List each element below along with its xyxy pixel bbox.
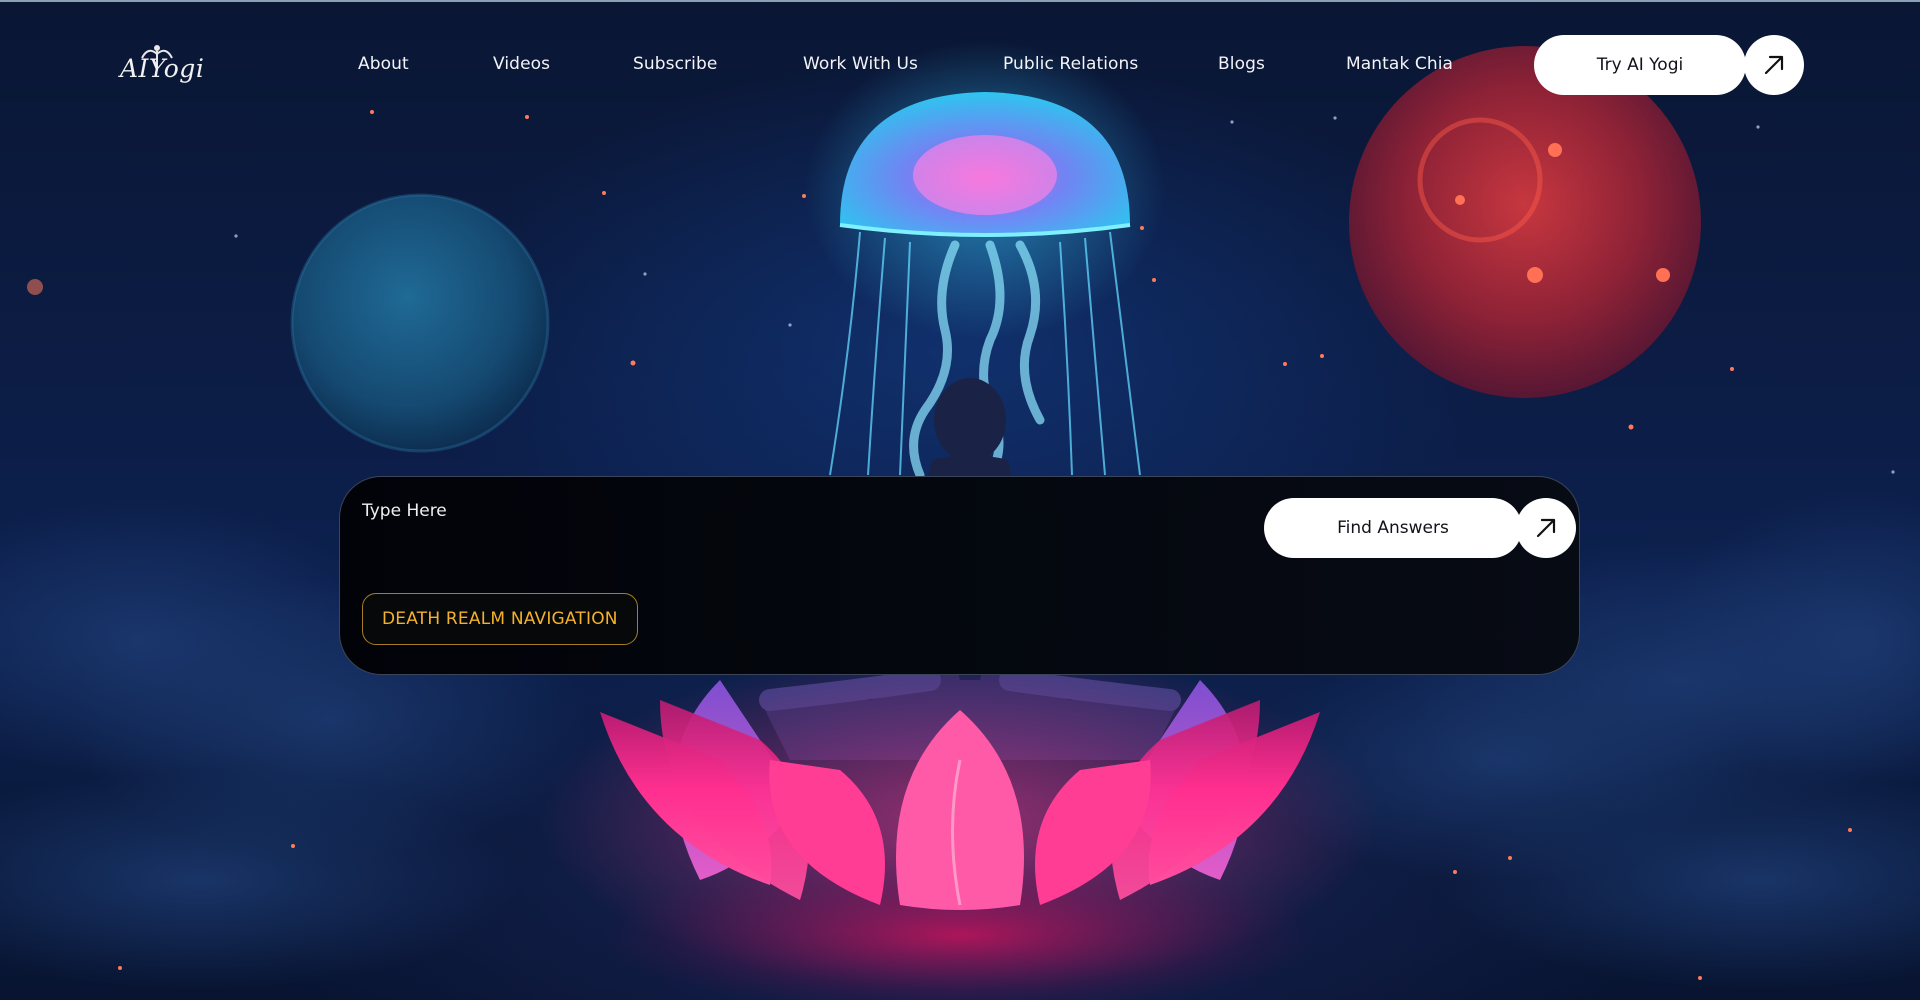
- blue-planet: [290, 193, 550, 453]
- ai-yogi-logo[interactable]: AIYogi: [112, 40, 205, 90]
- lotus-flower: [540, 650, 1380, 1000]
- try-ai-yogi-arrow-button[interactable]: [1744, 35, 1804, 95]
- logo-text: AIYogi: [120, 54, 205, 83]
- find-answers-arrow-button[interactable]: [1516, 498, 1576, 558]
- question-input[interactable]: [362, 501, 1242, 573]
- try-ai-yogi-label: Try AI Yogi: [1596, 55, 1684, 75]
- topic-chip-label: DEATH REALM NAVIGATION: [382, 609, 618, 629]
- top-navigation: AIYogi About Videos Subscribe Work With …: [0, 0, 1920, 130]
- try-ai-yogi-button[interactable]: Try AI Yogi: [1534, 35, 1746, 95]
- page: AIYogi About Videos Subscribe Work With …: [0, 0, 1920, 1000]
- nav-link-videos[interactable]: Videos: [493, 54, 550, 74]
- nav-link-public-relations[interactable]: Public Relations: [1003, 54, 1138, 74]
- arrow-up-right-icon: [1536, 518, 1556, 538]
- arrow-up-right-icon: [1764, 55, 1784, 75]
- nav-link-blogs[interactable]: Blogs: [1218, 54, 1265, 74]
- question-panel: Find Answers DEATH REALM NAVIGATION: [339, 476, 1580, 675]
- topic-chip-death-realm-navigation[interactable]: DEATH REALM NAVIGATION: [362, 593, 638, 645]
- nav-link-subscribe[interactable]: Subscribe: [633, 54, 717, 74]
- find-answers-label: Find Answers: [1337, 518, 1449, 538]
- nav-link-work-with-us[interactable]: Work With Us: [803, 54, 918, 74]
- nav-link-mantak-chia[interactable]: Mantak Chia: [1346, 54, 1453, 74]
- find-answers-button[interactable]: Find Answers: [1264, 498, 1522, 558]
- nav-link-about[interactable]: About: [358, 54, 409, 74]
